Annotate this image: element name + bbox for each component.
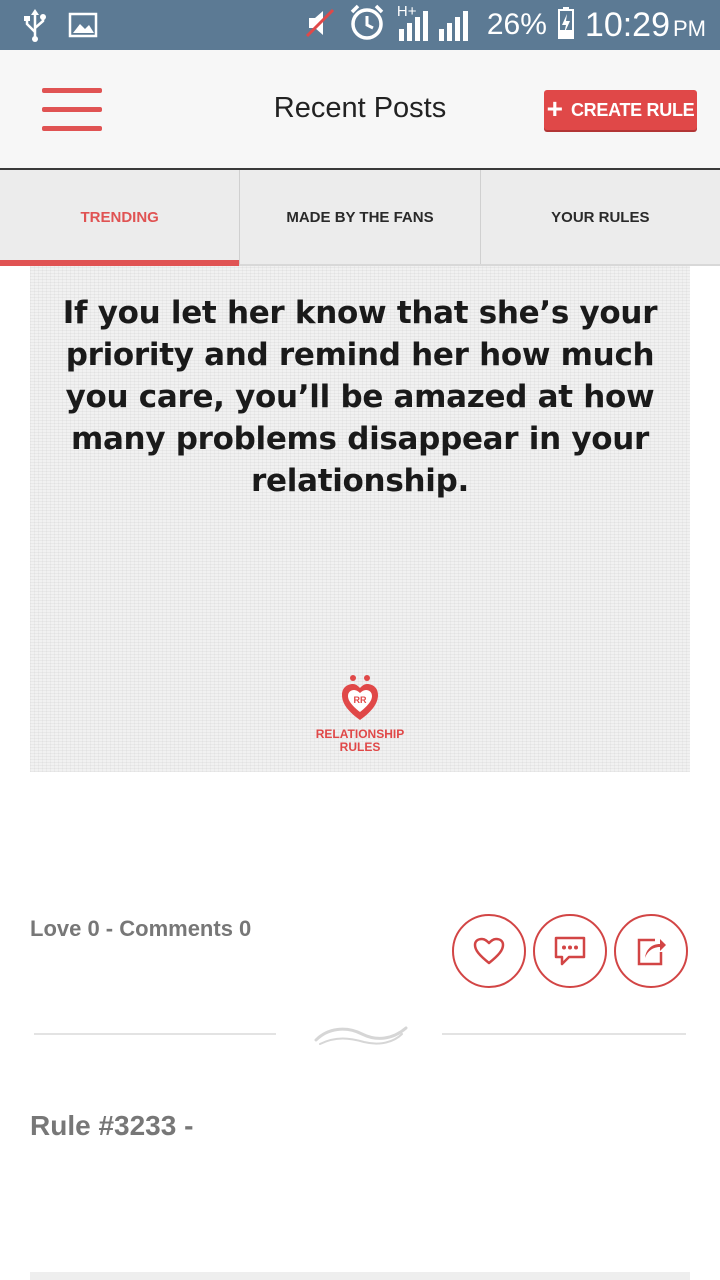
status-bar: H+ 26% 10:29 PM [0, 0, 720, 50]
share-icon [637, 938, 666, 966]
battery-charging-icon [557, 6, 575, 45]
tab-trending[interactable]: TRENDING [0, 170, 241, 266]
alarm-icon [347, 3, 387, 48]
clock-ampm: PM [673, 15, 706, 41]
usb-icon [22, 8, 48, 47]
clock: 10:29 PM [585, 6, 706, 45]
brand-line-2: RULES [339, 740, 381, 754]
love-button[interactable] [452, 914, 526, 988]
mute-icon [303, 6, 337, 45]
comment-button[interactable] [533, 914, 607, 988]
flourish-divider-icon [314, 1026, 408, 1045]
post-divider [34, 1014, 686, 1054]
relationship-rules-logo: RR RELATIONSHIP RULES [30, 674, 690, 754]
post-quote: If you let her know that she’s your prio… [62, 295, 658, 499]
signal-icon: H+ [397, 3, 477, 45]
next-post-image[interactable] [30, 1272, 690, 1280]
gallery-icon [68, 12, 98, 43]
comment-icon [554, 936, 586, 966]
post-actions [452, 914, 688, 988]
heart-logo-icon: RR [342, 675, 378, 720]
tab-your-rules[interactable]: YOUR RULES [481, 170, 720, 264]
battery-percent: 26% [486, 8, 547, 41]
plus-icon: + [546, 92, 563, 124]
create-rule-label: CREATE RULE [570, 99, 695, 120]
clock-time: 10:29 [584, 5, 670, 44]
svg-text:RR: RR [354, 695, 367, 705]
heart-icon [473, 937, 505, 965]
post-stats: Love 0 - Comments 0 [30, 916, 252, 941]
app-screen: H+ 26% 10:29 PM Recent Posts + CREATE RU… [0, 0, 720, 1280]
create-rule-button[interactable]: + CREATE RULE [544, 90, 697, 130]
rule-title: Rule #3233 - [30, 1110, 194, 1141]
tab-bar: TRENDING MADE BY THE FANS YOUR RULES [0, 170, 720, 266]
post-image[interactable]: If you let her know that she’s your prio… [30, 266, 690, 772]
share-button[interactable] [614, 914, 688, 988]
app-bar: Recent Posts + CREATE RULE [0, 50, 720, 170]
tab-made-by-the-fans[interactable]: MADE BY THE FANS [240, 170, 481, 264]
